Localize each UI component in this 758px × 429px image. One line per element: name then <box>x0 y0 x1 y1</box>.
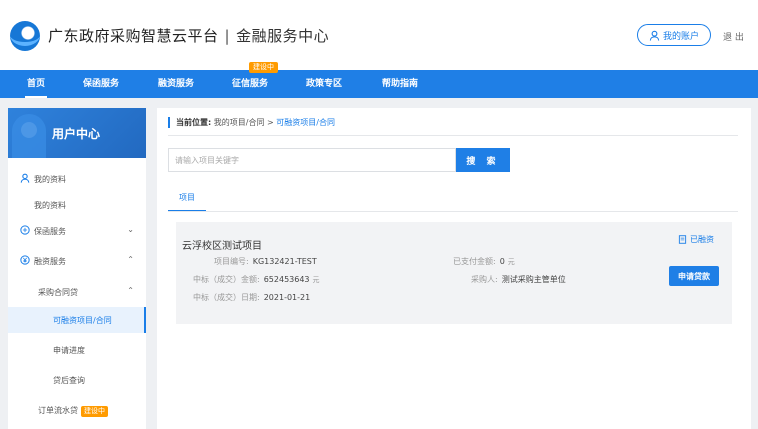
sidebar-item-post-loan-query[interactable]: 贷后查询 <box>8 367 146 393</box>
chevron-up-icon: ⌃ <box>127 255 134 264</box>
bid-amount: 中标（成交）金额: 652453643 元 <box>193 274 320 285</box>
search-input[interactable] <box>168 148 456 172</box>
bid-date-value: 2021-01-21 <box>263 293 311 302</box>
nav-credit[interactable]: 征信服务 <box>232 70 268 98</box>
search-button[interactable]: 搜 索 <box>456 148 510 172</box>
sidebar-item-order-flow-loan[interactable]: 订单流水贷 建设中 <box>8 397 146 423</box>
credit-building-badge: 建设中 <box>249 62 278 73</box>
sidebar-label: 申请进度 <box>53 346 85 355</box>
nav-guarantee[interactable]: 保函服务 <box>83 70 119 98</box>
sidebar-group-guarantee[interactable]: 保函服务 ⌄ <box>8 218 146 244</box>
building-badge: 建设中 <box>81 406 108 417</box>
user-icon <box>649 30 660 41</box>
sidebar-item-financeable-projects[interactable]: 可融资项目/合同 <box>8 307 146 333</box>
sidebar-label: 保函服务 <box>34 227 66 236</box>
sidebar-label: 融资服务 <box>34 257 66 266</box>
chevron-down-icon: ⌄ <box>127 225 134 234</box>
main-nav: 首页 保函服务 融资服务 征信服务 政策专区 帮助指南 <box>0 70 758 98</box>
user-icon <box>20 173 30 183</box>
buyer-label: 采购人: <box>471 275 498 284</box>
breadcrumb-label: 当前位置: <box>176 118 212 127</box>
bid-date-label: 中标（成交）日期: <box>193 293 260 302</box>
title-separator: | <box>224 27 231 45</box>
paid-amount-label: 已支付金额: <box>453 257 496 266</box>
site-name: 广东政府采购智慧云平台 <box>48 27 219 45</box>
sidebar-item-apply-progress[interactable]: 申请进度 <box>8 337 146 363</box>
yen-icon <box>20 255 30 265</box>
tab-underline <box>168 211 738 212</box>
project-title[interactable]: 云浮校区测试项目 <box>182 237 262 252</box>
financed-status: 已融资 <box>678 234 714 245</box>
paid-amount-value: 0 <box>499 257 505 266</box>
nav-policy[interactable]: 政策专区 <box>306 70 342 98</box>
my-account-button[interactable]: 我的账户 <box>637 24 711 46</box>
logo-swoosh <box>10 24 40 46</box>
document-icon <box>678 235 687 244</box>
sidebar-group-financing[interactable]: 融资服务 ⌃ <box>8 248 146 274</box>
user-avatar-icon <box>12 114 46 158</box>
sidebar-label: 订单流水贷 建设中 <box>38 405 108 417</box>
site-title: 广东政府采购智慧云平台 | 金融服务中心 <box>48 25 329 46</box>
nav-help[interactable]: 帮助指南 <box>382 70 418 98</box>
project-code-value: KG132421-TEST <box>252 257 317 266</box>
breadcrumb-parent[interactable]: 我的项目/合同 > <box>214 118 274 127</box>
sidebar: 用户中心 我的资料 我的资料 保函服务 ⌄ 融资服务 ⌃ 采购合同贷 ⌃ 可融资… <box>8 108 146 429</box>
financed-status-label: 已融资 <box>690 235 714 244</box>
site-subtitle: 金融服务中心 <box>236 27 330 45</box>
order-flow-label: 订单流水贷 <box>38 406 78 415</box>
sidebar-label: 我的资料 <box>34 175 66 184</box>
divider <box>168 135 738 136</box>
nav-home[interactable]: 首页 <box>24 70 48 98</box>
sidebar-item-profile[interactable]: 我的资料 <box>8 192 146 218</box>
sidebar-label: 可融资项目/合同 <box>53 316 112 325</box>
sidebar-label: 我的资料 <box>34 201 66 210</box>
logout-link[interactable]: 退 出 <box>723 30 744 43</box>
sidebar-group-profile[interactable]: 我的资料 <box>8 166 146 192</box>
apply-loan-button[interactable]: 申请贷款 <box>669 266 719 286</box>
bid-date: 中标（成交）日期: 2021-01-21 <box>193 292 310 303</box>
buyer: 采购人: 测试采购主管单位 <box>471 274 566 285</box>
project-code-label: 项目编号: <box>214 257 249 266</box>
buyer-value: 测试采购主管单位 <box>501 275 566 284</box>
project-card: 云浮校区测试项目 项目编号: KG132421-TEST 中标（成交）金额: 652… <box>176 222 732 324</box>
my-account-label: 我的账户 <box>662 31 699 42</box>
bid-amount-unit: 元 <box>312 276 320 284</box>
guarantee-icon <box>20 225 30 235</box>
header: 广东政府采购智慧云平台 | 金融服务中心 我的账户 退 出 <box>0 0 758 70</box>
sidebar-label: 贷后查询 <box>53 376 85 385</box>
user-center-banner: 用户中心 <box>8 108 146 158</box>
paid-amount: 已支付金额: 0 元 <box>453 256 515 267</box>
user-center-title: 用户中心 <box>52 127 101 141</box>
tab-projects[interactable]: 项目 <box>168 192 206 212</box>
sidebar-label: 采购合同贷 <box>38 288 78 297</box>
main-panel: 当前位置: 我的项目/合同 > 可融资项目/合同 搜 索 项目 云浮校区测试项目… <box>157 108 751 429</box>
bid-amount-label: 中标（成交）金额: <box>193 275 260 284</box>
paid-amount-unit: 元 <box>507 258 515 266</box>
project-code: 项目编号: KG132421-TEST <box>214 256 317 267</box>
breadcrumb-current: 可融资项目/合同 <box>276 118 335 127</box>
breadcrumb: 当前位置: 我的项目/合同 > 可融资项目/合同 <box>168 117 335 128</box>
nav-financing[interactable]: 融资服务 <box>158 70 194 98</box>
chevron-up-icon: ⌃ <box>127 286 134 295</box>
bid-amount-value: 652453643 <box>263 275 310 284</box>
sidebar-group-contract-loan[interactable]: 采购合同贷 ⌃ <box>8 279 146 305</box>
